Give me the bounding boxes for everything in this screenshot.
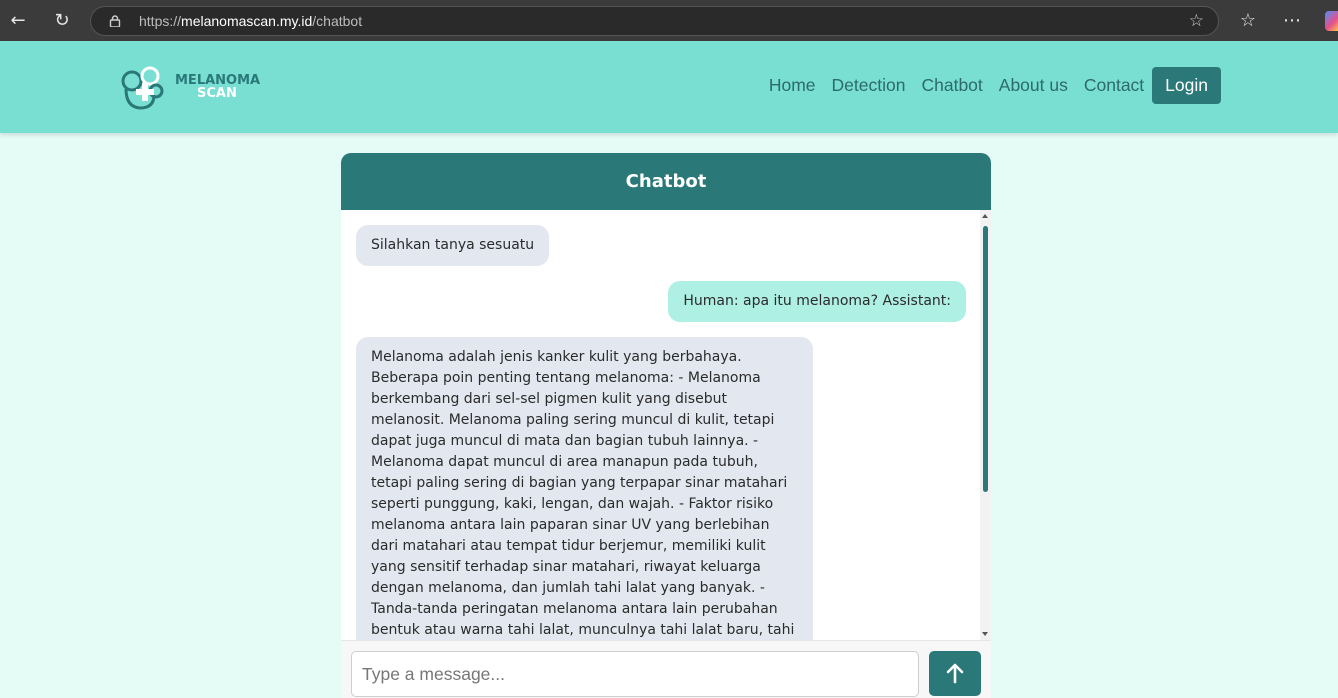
chatbot-panel: Chatbot Silahkan tanya sesuatu Human: ap… xyxy=(341,153,991,698)
back-arrow-icon[interactable]: ← xyxy=(6,9,30,33)
login-button[interactable]: Login xyxy=(1152,67,1221,104)
message-composer xyxy=(341,640,991,698)
scroll-down-arrow-icon[interactable] xyxy=(982,632,988,636)
url-text: https://melanomascan.my.id/chatbot xyxy=(139,13,362,29)
message-input[interactable] xyxy=(351,651,919,697)
bot-message: Melanoma adalah jenis kanker kulit yang … xyxy=(356,337,813,640)
bot-message: Silahkan tanya sesuatu xyxy=(356,225,550,266)
nav-chatbot[interactable]: Chatbot xyxy=(921,75,982,96)
url-path: /chatbot xyxy=(312,13,363,29)
scroll-thumb[interactable] xyxy=(983,226,988,492)
copilot-icon[interactable] xyxy=(1325,11,1338,31)
logo-text: MELANOMA SCAN xyxy=(175,74,260,100)
site-logo[interactable]: MELANOMA SCAN xyxy=(120,63,265,113)
user-message: Human: apa itu melanoma? Assistant: xyxy=(668,281,966,322)
site-header: MELANOMA SCAN Home Detection Chatbot Abo… xyxy=(0,41,1338,133)
nav-detection[interactable]: Detection xyxy=(832,75,906,96)
url-scheme: https:// xyxy=(139,13,182,29)
scroll-up-arrow-icon[interactable] xyxy=(982,214,988,218)
reload-icon[interactable]: ↻ xyxy=(50,9,74,33)
nav-contact[interactable]: Contact xyxy=(1084,75,1144,96)
logo-text-scan: SCAN xyxy=(197,86,237,101)
nav-about-us[interactable]: About us xyxy=(999,75,1068,96)
send-button[interactable] xyxy=(929,651,981,696)
address-bar[interactable]: https://melanomascan.my.id/chatbot ☆ xyxy=(90,6,1219,36)
more-menu-icon[interactable]: ⋯ xyxy=(1280,9,1304,33)
main-nav: Home Detection Chatbot About us Contact … xyxy=(753,67,1221,104)
nav-home[interactable]: Home xyxy=(769,75,816,96)
message-list[interactable]: Silahkan tanya sesuatu Human: apa itu me… xyxy=(341,210,991,640)
browser-toolbar: ← ↻ https://melanomascan.my.id/chatbot ☆… xyxy=(0,0,1338,41)
url-host: melanomascan.my.id xyxy=(181,13,313,29)
favorites-list-icon[interactable]: ☆ xyxy=(1236,9,1260,33)
melanoma-scan-logo-icon xyxy=(121,66,164,110)
message-scrollbar[interactable] xyxy=(980,210,991,640)
lock-icon xyxy=(109,15,121,27)
favorite-star-icon[interactable]: ☆ xyxy=(1189,11,1204,31)
chatbot-title: Chatbot xyxy=(341,153,991,210)
arrow-up-icon xyxy=(946,663,964,684)
